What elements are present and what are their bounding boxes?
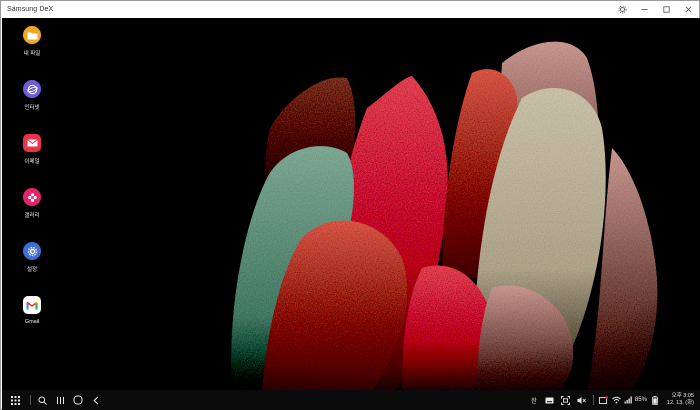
clock-date: 12. 13. (화) <box>666 400 694 406</box>
battery-percent[interactable]: 85% <box>633 390 649 410</box>
app-label: 인터넷 <box>24 105 40 111</box>
app-internet[interactable]: 인터넷 <box>12 80 52 111</box>
desktop[interactable]: 내 파일 인터넷 이메일 갤러리 설정 Gmail <box>2 18 700 390</box>
title-bar[interactable]: Samsung DeX <box>1 1 699 18</box>
screenshot-icon[interactable] <box>558 390 574 410</box>
app-gallery[interactable]: 갤러리 <box>12 188 52 219</box>
battery-icon[interactable] <box>649 390 661 410</box>
back-icon[interactable] <box>87 390 105 410</box>
battery-percent-label: 85% <box>634 397 647 403</box>
input-mode-indicator[interactable]: 한 <box>526 390 542 410</box>
input-mode-label: 한 <box>531 398 537 405</box>
gmail-icon <box>23 296 41 314</box>
dex-window: Samsung DeX 내 파일 인터넷 이메일 갤러리 설정 Gmail 한 … <box>0 0 700 410</box>
app-label: Gmail <box>24 319 40 325</box>
mute-icon[interactable] <box>574 390 590 410</box>
wifi-icon[interactable] <box>611 390 623 410</box>
taskbar-divider <box>30 395 31 405</box>
app-label: 이메일 <box>24 159 40 165</box>
clock-time: 오후 3:05 <box>671 393 694 399</box>
internet-icon <box>23 80 41 98</box>
notification-icon[interactable] <box>597 390 611 410</box>
clock[interactable]: 오후 3:05 12. 13. (화) <box>667 393 694 407</box>
app-email[interactable]: 이메일 <box>12 134 52 165</box>
app-my-files[interactable]: 내 파일 <box>12 26 52 57</box>
maximize-icon[interactable] <box>655 1 677 18</box>
window-title: Samsung DeX <box>7 6 54 13</box>
apps-grid-icon[interactable] <box>2 390 28 410</box>
search-icon[interactable] <box>33 390 51 410</box>
close-icon[interactable] <box>677 1 699 18</box>
home-icon[interactable] <box>69 390 87 410</box>
app-label: 갤러리 <box>24 213 40 219</box>
window-controls <box>611 1 699 18</box>
app-label: 설정 <box>26 267 38 273</box>
settings-icon <box>23 242 41 260</box>
folder-icon <box>23 26 41 44</box>
gear-icon[interactable] <box>611 1 633 18</box>
recents-icon[interactable] <box>51 390 69 410</box>
minimize-icon[interactable] <box>633 1 655 18</box>
app-label: 내 파일 <box>23 51 41 57</box>
app-gmail[interactable]: Gmail <box>12 296 52 325</box>
keyboard-icon[interactable] <box>542 390 558 410</box>
signal-icon[interactable] <box>623 390 633 410</box>
tray-divider <box>592 395 594 405</box>
email-icon <box>23 134 41 152</box>
taskbar: 한 85% 오후 3:05 12. 13. (화) <box>2 390 700 410</box>
app-settings[interactable]: 설정 <box>12 242 52 273</box>
system-tray: 한 85% 오후 3:05 12. 13. (화) <box>526 390 700 410</box>
gallery-icon <box>23 188 41 206</box>
wallpaper <box>2 18 700 390</box>
